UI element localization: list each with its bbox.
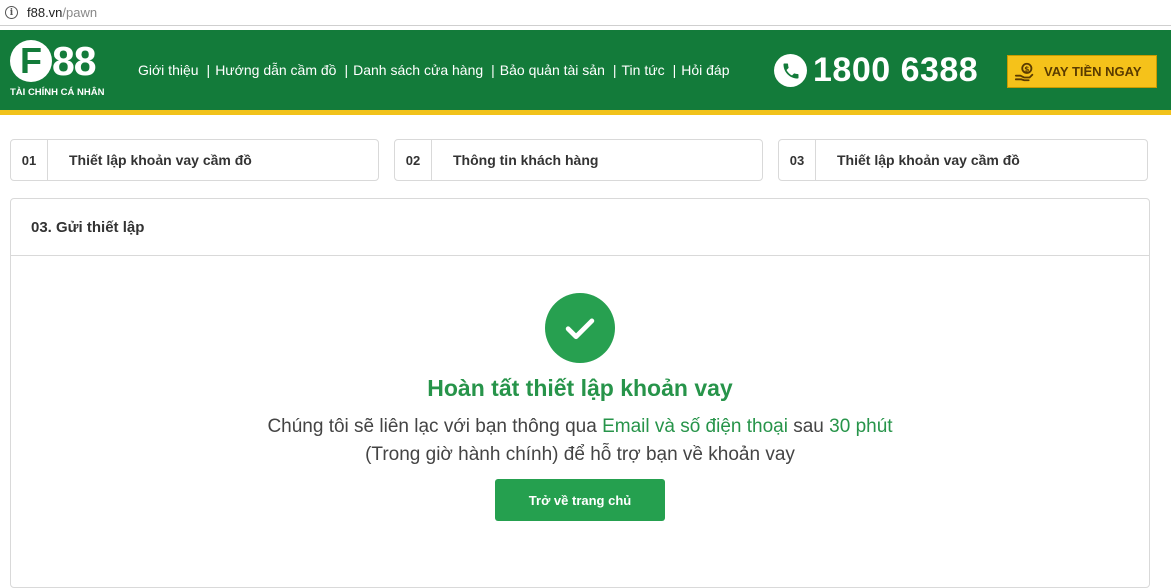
nav-separator: | bbox=[672, 62, 677, 78]
url-path: /pawn bbox=[62, 5, 98, 20]
nav-separator: | bbox=[612, 62, 617, 78]
address-bar[interactable]: i f88.vn/pawn bbox=[0, 0, 1171, 26]
phone-icon bbox=[774, 54, 807, 87]
nav-item-huong-dan[interactable]: Hướng dẫn cầm đồ bbox=[215, 62, 336, 78]
step-title: Thông tin khách hàng bbox=[453, 152, 599, 168]
nav-separator: | bbox=[344, 62, 349, 78]
borrow-now-label: VAY TIỀN NGAY bbox=[1044, 64, 1142, 79]
main-nav: Giới thiệu | Hướng dẫn cầm đồ | Danh sác… bbox=[138, 62, 730, 78]
step-title: Thiết lập khoản vay cầm đồ bbox=[837, 152, 1020, 168]
panel-heading: 03. Gửi thiết lập bbox=[11, 199, 1149, 256]
message-text: sau bbox=[787, 416, 830, 437]
hotline[interactable]: 1800 6388 bbox=[774, 51, 978, 90]
nav-item-tin-tuc[interactable]: Tin tức bbox=[622, 62, 665, 78]
nav-separator: | bbox=[206, 62, 211, 78]
nav-item-gioi-thieu[interactable]: Giới thiệu bbox=[138, 62, 199, 78]
message-highlight-contact: Email và số điện thoại bbox=[602, 416, 788, 437]
message-text: (Trong giờ hành chính) để hỗ trợ bạn về … bbox=[365, 444, 795, 465]
nav-item-danh-sach-cua-hang[interactable]: Danh sách cửa hàng bbox=[353, 62, 483, 78]
nav-separator: | bbox=[491, 62, 495, 78]
nav-item-bao-quan[interactable]: Bảo quản tài sản bbox=[500, 62, 605, 78]
success-message: Chúng tôi sẽ liên lạc với bạn thông qua … bbox=[251, 413, 909, 469]
success-check-badge bbox=[545, 293, 615, 363]
step-title: Thiết lập khoản vay cầm đồ bbox=[69, 152, 252, 168]
nav-item-hoi-dap[interactable]: Hỏi đáp bbox=[681, 62, 729, 78]
svg-text:$: $ bbox=[1024, 64, 1029, 73]
step-number: 03 bbox=[779, 140, 816, 180]
logo-letter: F bbox=[20, 40, 42, 81]
hotline-number: 1800 6388 bbox=[813, 51, 979, 89]
info-icon[interactable]: i bbox=[5, 6, 18, 19]
hand-money-icon: $ bbox=[1014, 61, 1036, 83]
borrow-now-button[interactable]: $ VAY TIỀN NGAY bbox=[1007, 55, 1157, 88]
back-to-home-button[interactable]: Trở về trang chủ bbox=[495, 479, 665, 521]
confirmation-panel: 03. Gửi thiết lập Hoàn tất thiết lập kho… bbox=[10, 198, 1150, 588]
step-1[interactable]: 01 Thiết lập khoản vay cầm đồ bbox=[10, 139, 379, 181]
url-host: f88.vn bbox=[27, 5, 63, 20]
step-number: 02 bbox=[395, 140, 432, 180]
checkmark-icon bbox=[565, 318, 595, 340]
step-2[interactable]: 02 Thông tin khách hàng bbox=[394, 139, 763, 181]
logo-brand: 88 bbox=[52, 38, 97, 84]
step-3[interactable]: 03 Thiết lập khoản vay cầm đồ bbox=[778, 139, 1148, 181]
logo-tagline: TÀI CHÍNH CÁ NHÂN bbox=[10, 87, 105, 98]
header-accent-stripe bbox=[0, 110, 1171, 115]
success-title: Hoàn tất thiết lập khoản vay bbox=[427, 375, 733, 401]
url-text[interactable]: f88.vn/pawn bbox=[27, 5, 97, 20]
step-number: 01 bbox=[11, 140, 48, 180]
f88-logo[interactable]: F 88 TÀI CHÍNH CÁ NHÂN bbox=[10, 40, 120, 100]
message-text: Chúng tôi sẽ liên lạc với bạn thông qua bbox=[267, 416, 603, 437]
message-highlight-time: 30 phút bbox=[829, 416, 893, 437]
